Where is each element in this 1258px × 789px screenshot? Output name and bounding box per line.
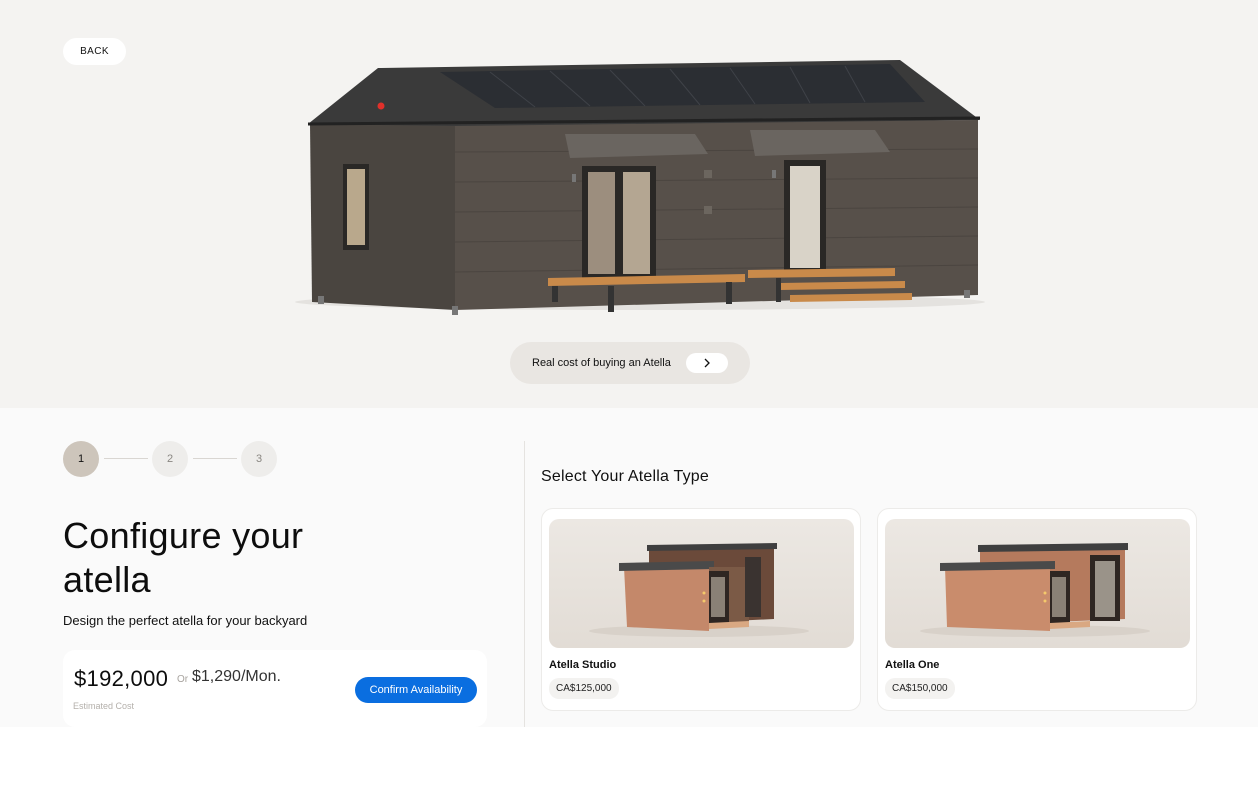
real-cost-link[interactable]: Real cost of buying an Atella <box>510 342 750 384</box>
step-1[interactable]: 1 <box>63 441 99 477</box>
price-summary-card: $192,000 Or $1,290/Mon. Estimated Cost C… <box>63 650 487 727</box>
chevron-right-icon[interactable] <box>686 353 728 373</box>
type-price-tag: CA$150,000 <box>885 678 955 699</box>
step-connector <box>104 458 148 459</box>
step-2[interactable]: 2 <box>152 441 188 477</box>
confirm-availability-button[interactable]: Confirm Availability <box>355 677 477 703</box>
hero-section: BACK Real cost of buying an Atella <box>0 0 1258 408</box>
select-type-heading: Select Your Atella Type <box>541 468 709 485</box>
type-name: Atella Studio <box>549 659 617 671</box>
type-card-one[interactable]: Atella One CA$150,000 <box>877 508 1197 711</box>
page-title: Configure your atella <box>63 515 304 600</box>
or-label: Or <box>177 674 189 685</box>
column-divider <box>524 441 525 727</box>
type-card-studio[interactable]: Atella Studio CA$125,000 <box>541 508 861 711</box>
real-cost-label: Real cost of buying an Atella <box>532 357 671 369</box>
back-button[interactable]: BACK <box>63 38 126 65</box>
total-price: $192,000 <box>74 666 169 691</box>
page-subtitle: Design the perfect atella for your backy… <box>63 613 308 628</box>
step-3[interactable]: 3 <box>241 441 277 477</box>
type-name: Atella One <box>885 659 940 671</box>
step-connector <box>193 458 237 459</box>
studio-thumbnail-image <box>549 519 854 648</box>
type-price-tag: CA$125,000 <box>549 678 619 699</box>
monthly-price: $1,290/Mon. <box>192 668 281 685</box>
one-thumbnail-image <box>885 519 1190 648</box>
estimated-cost-label: Estimated Cost <box>73 701 135 711</box>
house-render-image <box>295 60 985 315</box>
